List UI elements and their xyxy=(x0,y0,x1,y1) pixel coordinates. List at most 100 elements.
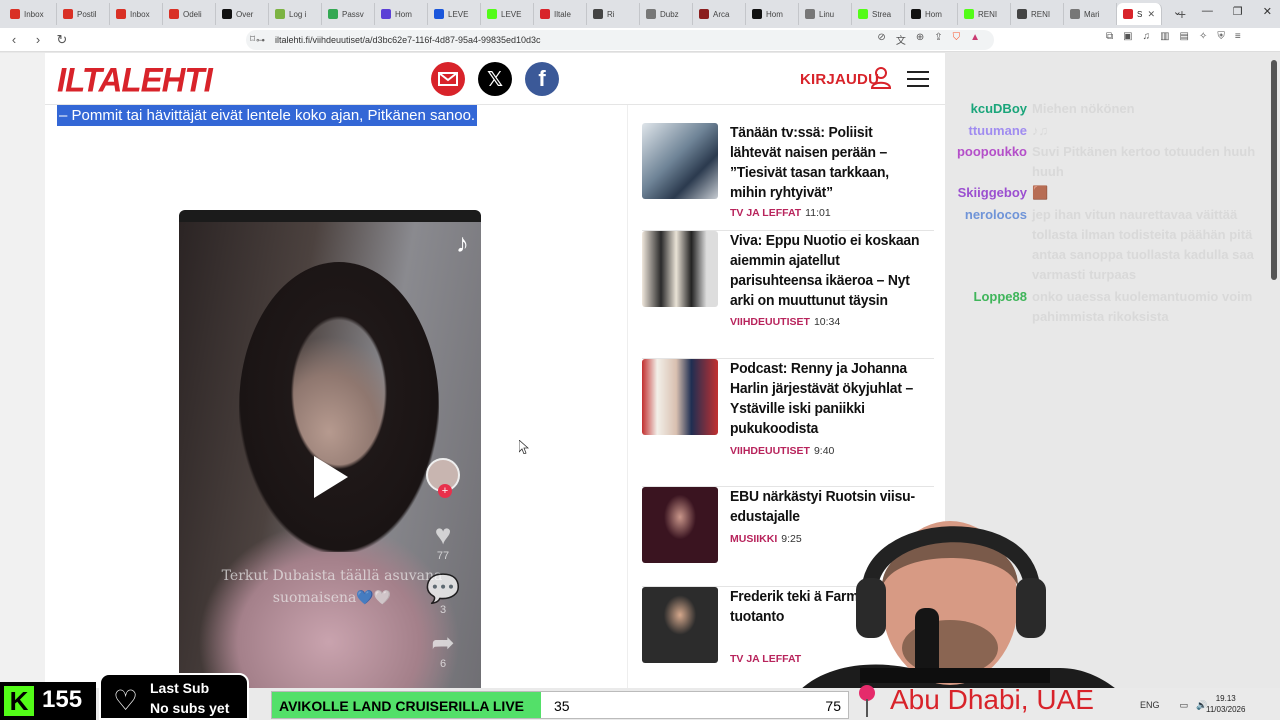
share-email-button[interactable] xyxy=(431,62,465,96)
news-category[interactable]: MUSIIKKI xyxy=(730,533,777,545)
chat-text: onko uaessa kuolemantuomio voim pahimmis… xyxy=(1032,289,1253,324)
tab[interactable]: LEVE xyxy=(481,3,534,25)
news-thumbnail[interactable] xyxy=(642,231,718,307)
news-thumbnail[interactable] xyxy=(642,123,718,199)
tab[interactable]: Odeli xyxy=(163,3,216,25)
creator-avatar[interactable]: + xyxy=(426,458,460,498)
news-category[interactable]: VIIHDEUUTISET xyxy=(730,445,810,457)
share-action[interactable]: ➦ 6 xyxy=(431,628,454,671)
url-text[interactable]: iltalehti.fi/viihdeuutiset/a/d3bc62e7-11… xyxy=(275,35,541,45)
news-category[interactable]: TV JA LEFFAT xyxy=(730,207,801,219)
tab-favicon-icon xyxy=(487,9,497,19)
tab[interactable]: Passv xyxy=(322,3,375,25)
tab-search-icon[interactable]: ⌄ xyxy=(1173,5,1182,18)
news-title[interactable]: Viva: Eppu Nuotio ei koskaan aiemmin aja… xyxy=(730,231,927,311)
close-tab-icon[interactable]: ✕ xyxy=(1147,9,1155,20)
tab[interactable]: Iltale xyxy=(534,3,587,25)
tab[interactable]: Hom xyxy=(905,3,958,25)
sidebar-icon[interactable]: ▥ xyxy=(1160,31,1169,42)
leo-icon[interactable]: ✧ xyxy=(1199,31,1207,42)
wallet-icon[interactable]: ▤ xyxy=(1180,31,1189,42)
media-icon[interactable]: ♫ xyxy=(1143,31,1151,42)
mail-icon xyxy=(438,72,458,86)
close-window-button[interactable]: ✕ xyxy=(1263,5,1272,18)
language-indicator[interactable]: ENG xyxy=(1140,700,1160,710)
menu-icon-browser[interactable]: ≡ xyxy=(1235,31,1241,42)
tab-label: Ri xyxy=(607,9,615,19)
news-category[interactable]: VIIHDEUUTISET xyxy=(730,316,810,328)
tab[interactable]: Hom xyxy=(375,3,428,25)
tab[interactable]: RENI xyxy=(1011,3,1064,25)
hamburger-menu-icon[interactable] xyxy=(907,71,929,87)
login-link[interactable]: KIRJAUDU xyxy=(800,71,879,88)
tab-label: Odeli xyxy=(183,9,202,19)
share-icon[interactable]: ⇪ xyxy=(934,32,942,47)
forward-button[interactable]: › xyxy=(28,32,48,47)
tab[interactable]: Inbox xyxy=(4,3,57,25)
tab[interactable]: Hom xyxy=(746,3,799,25)
bookmark-icon[interactable]: ⌑ xyxy=(250,34,255,45)
chat-username[interactable]: Loppe88 xyxy=(945,287,1027,307)
tab-favicon-icon xyxy=(911,9,921,19)
tab[interactable]: LEVE xyxy=(428,3,481,25)
tab[interactable]: Postil xyxy=(57,3,110,25)
user-icon[interactable] xyxy=(871,67,891,89)
news-item[interactable]: Viva: Eppu Nuotio ei koskaan aiemmin aja… xyxy=(642,231,934,359)
reading-list-icon[interactable]: ▣ xyxy=(1123,31,1132,42)
address-bar[interactable]: ⊶ iltalehti.fi/viihdeuutiset/a/d3bc62e7-… xyxy=(246,30,994,50)
extension-icon[interactable]: ⧉ xyxy=(1106,31,1113,42)
news-item[interactable]: Podcast: Renny ja Johanna Harlin järjest… xyxy=(642,359,934,487)
tab[interactable]: Ri xyxy=(587,3,640,25)
chat-username[interactable]: ttuumane xyxy=(945,121,1028,141)
tab[interactable]: RENI xyxy=(958,3,1011,25)
tab[interactable]: Dubz xyxy=(640,3,693,25)
rewards-icon[interactable]: ▲ xyxy=(970,32,980,47)
network-icon[interactable]: ▭ xyxy=(1180,700,1189,711)
minimize-button[interactable]: — xyxy=(1202,5,1213,18)
chat-username[interactable]: kcuDBoy xyxy=(945,99,1027,119)
tab-label: Arca xyxy=(713,9,730,19)
share-count: 6 xyxy=(439,658,447,670)
tab[interactable]: Arca xyxy=(693,3,746,25)
back-button[interactable]: ‹ xyxy=(4,32,24,47)
tiktok-embed[interactable]: ♪ Terkut Dubaista täällä asuvana suomais… xyxy=(179,210,481,720)
comment-action[interactable]: 💬 3 xyxy=(426,574,461,617)
news-item[interactable]: Tänään tv:ssä: Poliisit lähtevät naisen … xyxy=(642,123,934,231)
share-facebook-button[interactable]: f xyxy=(525,62,559,96)
goal-current: 35 xyxy=(554,698,570,714)
tab[interactable]: Inbox xyxy=(110,3,163,25)
vpn-icon[interactable]: ⛨ xyxy=(1217,31,1225,42)
iltalehti-logo[interactable]: ILTALEHTI xyxy=(57,60,213,100)
tab[interactable]: Mari xyxy=(1064,3,1117,25)
news-category[interactable]: TV JA LEFFAT xyxy=(730,653,801,665)
taskbar-clock[interactable]: 19.13 11/03/2026 xyxy=(1206,693,1245,715)
news-time: 9:25 xyxy=(781,533,802,545)
reload-button[interactable]: ↻ xyxy=(52,32,72,48)
chat-username[interactable]: nerolocos xyxy=(945,205,1027,225)
mouse-cursor-icon xyxy=(519,440,529,454)
tab[interactable]: Strea xyxy=(852,3,905,25)
chat-username[interactable]: Skiiggeboy xyxy=(945,183,1027,203)
brave-shield-icon[interactable]: ⛉ xyxy=(953,32,961,47)
translate-icon[interactable]: 文 xyxy=(896,32,906,47)
maximize-button[interactable]: ❐ xyxy=(1233,5,1243,18)
like-action[interactable]: ♥ 77 xyxy=(435,520,452,563)
chat-scrollbar[interactable] xyxy=(1271,60,1277,280)
tab[interactable]: Log i xyxy=(269,3,322,25)
tab[interactable]: Over xyxy=(216,3,269,25)
news-title[interactable]: Tänään tv:ssä: Poliisit lähtevät naisen … xyxy=(730,123,927,203)
tab-label: S xyxy=(1137,9,1143,19)
site-info-icon[interactable]: ⊶ xyxy=(256,35,265,46)
tab[interactable]: Linu xyxy=(799,3,852,25)
follow-plus-icon[interactable]: + xyxy=(438,484,452,498)
news-title[interactable]: Podcast: Renny ja Johanna Harlin järjest… xyxy=(730,359,927,439)
play-icon[interactable] xyxy=(314,456,348,498)
share-x-button[interactable]: 𝕏 xyxy=(478,62,512,96)
news-thumbnail[interactable] xyxy=(642,359,718,435)
chat-username[interactable]: poopoukko xyxy=(945,142,1027,162)
tracking-icon[interactable]: ⊘ xyxy=(877,32,885,47)
zoom-icon[interactable]: ⊕ xyxy=(916,32,924,47)
news-thumbnail[interactable] xyxy=(642,587,718,663)
tab-active[interactable]: S ✕ xyxy=(1117,3,1162,25)
news-thumbnail[interactable] xyxy=(642,487,718,563)
